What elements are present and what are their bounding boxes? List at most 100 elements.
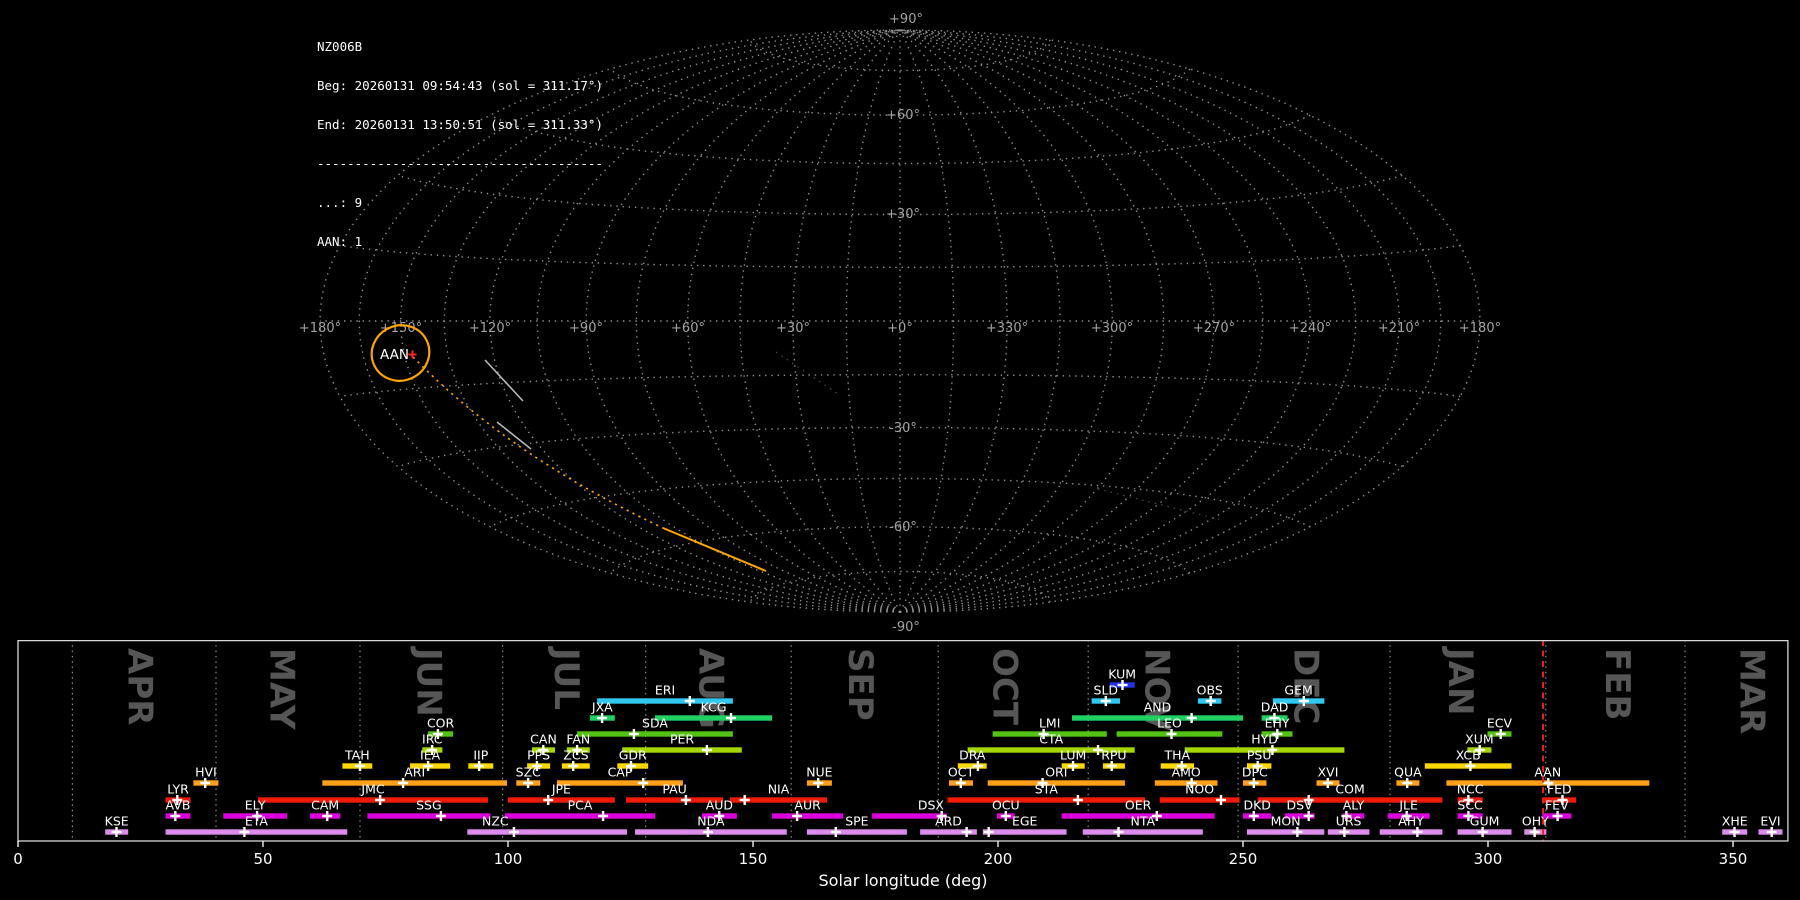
- shower-label-JPE: JPE: [551, 782, 571, 797]
- shower-label-LUM: LUM: [1060, 748, 1086, 763]
- month-label: APR: [120, 648, 160, 725]
- x-tick-label: 350: [1719, 850, 1748, 868]
- shower-label-FAN: FAN: [566, 732, 590, 747]
- meteor-trail: [484, 359, 524, 402]
- month-label: OCT: [984, 648, 1024, 726]
- shower-label-DRA: DRA: [959, 748, 986, 763]
- shower-label-ALY: ALY: [1343, 798, 1365, 813]
- shower-label-DAD: DAD: [1261, 700, 1289, 715]
- graticule-label: +270°: [1193, 321, 1235, 336]
- shower-label-GEM: GEM: [1284, 683, 1312, 698]
- shower-label-NCC: NCC: [1457, 782, 1484, 797]
- shower-bar-EGE: [982, 829, 1067, 835]
- shower-label-GDR: GDR: [619, 748, 647, 763]
- shower-label-AUR: AUR: [794, 798, 821, 813]
- graticule-label: +30°: [776, 321, 810, 336]
- shower-label-HYD: HYD: [1251, 732, 1278, 747]
- month-label: JAN: [1440, 646, 1480, 715]
- shower-label-GUM: GUM: [1470, 814, 1500, 829]
- shower-label-SCC: SCC: [1457, 798, 1483, 813]
- shower-label-AMO: AMO: [1172, 765, 1201, 780]
- shower-label-ELY: ELY: [245, 798, 266, 813]
- shower-label-OHY: OHY: [1522, 814, 1549, 829]
- shower-label-JXA: JXA: [591, 700, 613, 715]
- shower-label-SLD: SLD: [1094, 683, 1119, 698]
- graticule-line: [899, 29, 1442, 613]
- shower-label-LMI: LMI: [1039, 716, 1060, 731]
- shower-label-DKD: DKD: [1243, 798, 1270, 813]
- shower-label-PAU: PAU: [662, 782, 686, 797]
- shower-label-XCB: XCB: [1456, 748, 1481, 763]
- meteor-trail: [496, 421, 532, 450]
- graticule-label: +180°: [1459, 321, 1501, 336]
- shower-bar-JPE: [508, 797, 615, 803]
- graticule-line: [739, 29, 901, 613]
- south-pole-label: -90°: [892, 620, 920, 635]
- shower-label-OER: OER: [1125, 798, 1152, 813]
- month-label: FEB: [1597, 648, 1637, 720]
- month-label: JUN: [409, 646, 449, 717]
- faint-trail: [775, 351, 839, 395]
- graticule-label: +0°: [887, 321, 913, 336]
- shower-label-KSE: KSE: [105, 814, 129, 829]
- shower-label-OBS: OBS: [1197, 683, 1223, 698]
- shower-label-EHY: EHY: [1265, 716, 1290, 731]
- shower-label-RPU: RPU: [1101, 748, 1126, 763]
- graticule-label: +180°: [299, 321, 341, 336]
- shower-label-IEA: IEA: [420, 748, 441, 763]
- shower-label-NTA: NTA: [1131, 814, 1156, 829]
- x-tick-label: 0: [13, 850, 23, 868]
- shower-label-NOO: NOO: [1185, 782, 1214, 797]
- shower-label-LYR: LYR: [167, 782, 189, 797]
- shower-label-LEO: LEO: [1157, 716, 1182, 731]
- shower-bar-ETA: [165, 829, 348, 835]
- shower-label-PCA: PCA: [568, 798, 593, 813]
- activity-chart: APR MAY JUN JUL AUG SEP OCT NOV DEC JAN FEB MARKUME…: [13, 640, 1789, 890]
- shower-label-ARD: ARD: [935, 814, 962, 829]
- shower-bar-SDA: [577, 731, 733, 737]
- station-code: NZ006B: [317, 39, 363, 54]
- shower-label-SZC: SZC: [516, 765, 541, 780]
- shower-label-ETA: ETA: [245, 814, 269, 829]
- shower-bar-MON: [1246, 829, 1325, 835]
- graticule-label: +300°: [1091, 321, 1133, 336]
- shower-label-PER: PER: [670, 732, 694, 747]
- shower-label-EGE: EGE: [1012, 814, 1038, 829]
- graticule-label: +60°: [886, 108, 920, 123]
- shower-label-NUE: NUE: [806, 765, 832, 780]
- graticule-line: [899, 29, 1061, 613]
- shower-label-ZCS: ZCS: [563, 748, 588, 763]
- shower-label-FED: FED: [1547, 782, 1572, 797]
- shower-label-ARI: ARI: [404, 765, 425, 780]
- shower-bar-NOO: [1159, 797, 1240, 803]
- shower-label-CTA: CTA: [1039, 732, 1063, 747]
- shower-label-AUD: AUD: [706, 798, 733, 813]
- shower-label-TAH: TAH: [344, 748, 370, 763]
- month-label: MAR: [1732, 648, 1772, 734]
- graticule-label: -30°: [889, 421, 917, 436]
- shower-label-FEV: FEV: [1545, 798, 1569, 813]
- shower-label-AHY: AHY: [1398, 814, 1424, 829]
- shower-label-KCG: KCG: [701, 700, 727, 715]
- sky-map: +180° +150° +120° +90° +60° +30° +0° +330° +300°…: [299, 12, 1501, 635]
- shower-label-ORI: ORI: [1045, 765, 1067, 780]
- shower-label-ECV: ECV: [1487, 716, 1513, 731]
- observation-info: NZ006B Beg: 20260131 09:54:43 (sol = 311…: [317, 14, 603, 274]
- radiant-label: AAN: [380, 347, 409, 363]
- shower-label-ERI: ERI: [655, 683, 675, 698]
- shower-label-AND: AND: [1144, 700, 1172, 715]
- shower-label-JMC: JMC: [360, 782, 384, 797]
- shower-bar-SPE: [806, 829, 907, 835]
- shower-label-SDA: SDA: [642, 716, 668, 731]
- shower-label-CAP: CAP: [608, 765, 633, 780]
- shower-bar-AUR: [772, 813, 844, 819]
- shower-label-NDA: NDA: [697, 814, 725, 829]
- x-tick-label: 250: [1229, 850, 1258, 868]
- shower-label-NZC: NZC: [482, 814, 509, 829]
- shower-label-PPS: PPS: [527, 748, 550, 763]
- shower-bar-PCA: [505, 813, 655, 819]
- shower-label-OCT: OCT: [948, 765, 975, 780]
- shower-label-KUM: KUM: [1108, 667, 1136, 682]
- shower-label-URS: URS: [1336, 814, 1362, 829]
- shower-bar-KCG: [655, 715, 773, 721]
